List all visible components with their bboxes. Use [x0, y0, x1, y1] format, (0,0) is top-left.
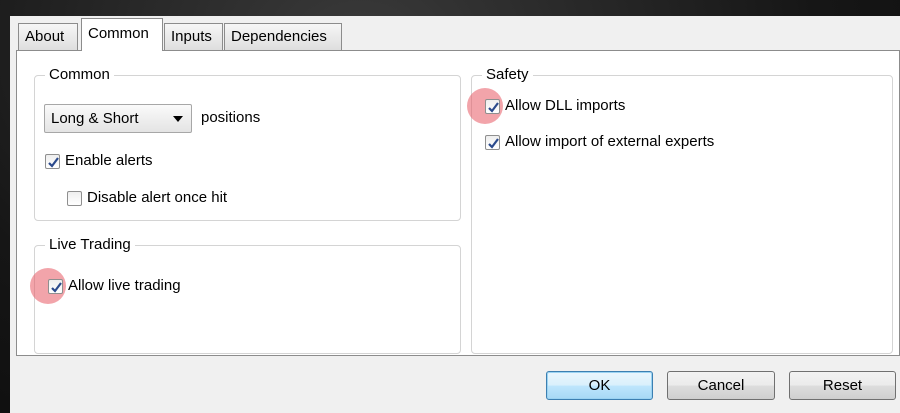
checkmark-icon — [488, 137, 499, 149]
allow-live-trading-label: Allow live trading — [68, 277, 181, 294]
allow-live-trading-option[interactable]: Allow live trading — [48, 276, 181, 296]
allow-external-experts-checkbox[interactable] — [485, 134, 500, 150]
allow-live-trading-checkbox[interactable] — [48, 278, 63, 294]
positions-select[interactable]: Long & Short — [44, 104, 192, 133]
common-group-title: Common — [45, 66, 114, 84]
enable-alerts-label: Enable alerts — [65, 152, 153, 169]
allow-external-experts-option[interactable]: Allow import of external experts — [485, 132, 714, 152]
tab-inputs[interactable]: Inputs — [164, 23, 223, 50]
checkmark-icon — [488, 101, 499, 113]
disable-alert-once-hit-checkbox[interactable] — [67, 190, 82, 206]
safety-group-title: Safety — [482, 66, 533, 84]
chevron-down-icon — [173, 116, 183, 122]
enable-alerts-checkbox[interactable] — [45, 153, 60, 169]
safety-groupbox: Safety Allow DLL imports Allow import of… — [467, 66, 893, 354]
positions-select-value: Long & Short — [51, 110, 139, 127]
allow-dll-imports-option[interactable]: Allow DLL imports — [485, 96, 625, 116]
tab-content-common: Common Long & Short positions Enable ale… — [16, 50, 900, 356]
common-groupbox: Common Long & Short positions Enable ale… — [34, 66, 461, 221]
enable-alerts-option[interactable]: Enable alerts — [45, 151, 153, 171]
disable-alert-once-hit-label: Disable alert once hit — [87, 189, 228, 206]
tab-dependencies[interactable]: Dependencies — [224, 23, 342, 50]
checkmark-icon — [48, 156, 59, 168]
cancel-button[interactable]: Cancel — [667, 371, 775, 400]
allow-external-experts-label: Allow import of external experts — [505, 133, 715, 150]
positions-label: positions — [201, 109, 261, 126]
live-trading-group-title: Live Trading — [45, 236, 135, 254]
expert-properties-dialog: About Common Inputs Dependencies Common … — [10, 16, 900, 413]
tab-common[interactable]: Common — [81, 18, 163, 51]
live-trading-groupbox: Live Trading Allow live trading — [30, 236, 461, 354]
tab-about[interactable]: About — [18, 23, 78, 50]
allow-dll-imports-label: Allow DLL imports — [505, 97, 626, 114]
reset-button[interactable]: Reset — [789, 371, 896, 400]
allow-dll-imports-checkbox[interactable] — [485, 98, 500, 114]
checkmark-icon — [51, 281, 62, 293]
ok-button[interactable]: OK — [546, 371, 653, 400]
disable-alert-once-hit-option[interactable]: Disable alert once hit — [67, 188, 227, 208]
